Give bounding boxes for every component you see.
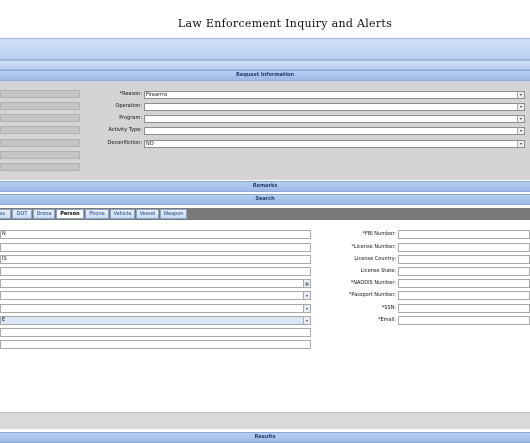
person-select[interactable]: ▾ xyxy=(0,291,311,300)
person-select-value: E xyxy=(2,317,6,323)
deconfliction-value: NO xyxy=(146,141,154,147)
person-field[interactable] xyxy=(0,243,311,252)
search-tab-strip: ss DOT Drone Person Phone Vehicle Vessel… xyxy=(0,208,530,220)
chevron-down-icon[interactable]: ▾ xyxy=(517,92,524,98)
program-label: Program: xyxy=(119,115,142,121)
toolbar xyxy=(0,38,530,60)
chevron-down-icon[interactable]: ▾ xyxy=(303,305,310,312)
person-field[interactable] xyxy=(0,328,311,337)
app-title: Law Enforcement Inquiry and Alerts xyxy=(177,17,393,30)
license-country-input[interactable] xyxy=(398,255,530,264)
tab-weapon[interactable]: Weapon xyxy=(160,209,187,219)
reason-label: *Reason: xyxy=(119,91,142,97)
email-label: *Email: xyxy=(377,317,396,323)
search-header[interactable]: Search xyxy=(0,194,530,205)
calendar-icon[interactable]: ▦ xyxy=(303,280,310,287)
ssn-label: *SSN: xyxy=(381,305,396,311)
chevron-down-icon[interactable]: ▾ xyxy=(517,104,524,110)
search-actions-bar xyxy=(0,412,530,429)
chevron-down-icon[interactable]: ▾ xyxy=(517,141,524,147)
person-field[interactable] xyxy=(0,267,311,276)
license-state-input[interactable] xyxy=(398,267,530,276)
chevron-down-icon[interactable]: ▾ xyxy=(303,317,310,324)
reason-value: Firearms xyxy=(146,92,168,98)
remarks-header[interactable]: Remarks xyxy=(0,181,530,192)
chevron-down-icon[interactable]: ▾ xyxy=(517,116,524,122)
request-left-field[interactable] xyxy=(0,114,80,122)
person-select[interactable]: E ▾ xyxy=(0,316,311,325)
license-state-label: License State: xyxy=(360,268,396,274)
license-number-input[interactable] xyxy=(398,243,530,252)
date-field[interactable]: ▦ xyxy=(0,279,311,288)
license-number-label: *License Number: xyxy=(351,244,396,250)
chevron-down-icon[interactable]: ▾ xyxy=(517,128,524,134)
results-header[interactable]: Results xyxy=(0,432,530,443)
request-left-field[interactable] xyxy=(0,163,80,171)
reason-select[interactable]: Firearms ▾ xyxy=(144,91,525,99)
person-field[interactable]: IS xyxy=(0,255,311,264)
email-input[interactable] xyxy=(398,316,530,325)
request-information-header[interactable]: Request Information xyxy=(0,70,530,81)
toolbar-spacer xyxy=(0,60,530,70)
activity-type-select[interactable]: ▾ xyxy=(144,127,525,135)
person-field[interactable]: N xyxy=(0,230,311,239)
tab-person[interactable]: Person xyxy=(56,209,84,219)
request-information-panel: *Reason: Firearms ▾ Operation: ▾ Program:… xyxy=(0,81,530,180)
person-field[interactable] xyxy=(0,340,311,349)
deconfliction-label: Deconfliction: xyxy=(107,140,142,146)
fbi-number-input[interactable] xyxy=(398,230,530,239)
tab-vehicle[interactable]: Vehicle xyxy=(110,209,135,219)
request-left-field[interactable] xyxy=(0,102,80,110)
tab-phone[interactable]: Phone xyxy=(85,209,109,219)
deconfliction-select[interactable]: NO ▾ xyxy=(144,140,525,148)
activity-type-label: Activity Type: xyxy=(108,127,142,133)
tab-dot[interactable]: DOT xyxy=(12,209,32,219)
person-select[interactable]: ▾ xyxy=(0,304,311,313)
request-left-field[interactable] xyxy=(0,126,80,134)
tab-vessel[interactable]: Vessel xyxy=(136,209,159,219)
tab-drone[interactable]: Drone xyxy=(33,209,55,219)
operation-label: Operation: xyxy=(115,103,142,109)
app-header: Law Enforcement Inquiry and Alerts xyxy=(0,0,530,38)
request-left-field[interactable] xyxy=(0,139,80,147)
fbi-number-label: *FBI Number: xyxy=(362,231,396,237)
ssn-input[interactable] xyxy=(398,304,530,313)
license-country-label: License Country: xyxy=(354,256,396,262)
tab-ss[interactable]: ss xyxy=(0,209,11,219)
passport-number-label: *Passport Number: xyxy=(348,292,396,298)
passport-number-input[interactable] xyxy=(398,291,530,300)
request-left-field[interactable] xyxy=(0,151,80,159)
naddis-number-input[interactable] xyxy=(398,279,530,288)
naddis-number-label: *NADDIS Number: xyxy=(350,280,396,286)
program-select[interactable]: ▾ xyxy=(144,115,525,123)
chevron-down-icon[interactable]: ▾ xyxy=(303,292,310,299)
request-left-field[interactable] xyxy=(0,90,80,98)
operation-select[interactable]: ▾ xyxy=(144,103,525,111)
